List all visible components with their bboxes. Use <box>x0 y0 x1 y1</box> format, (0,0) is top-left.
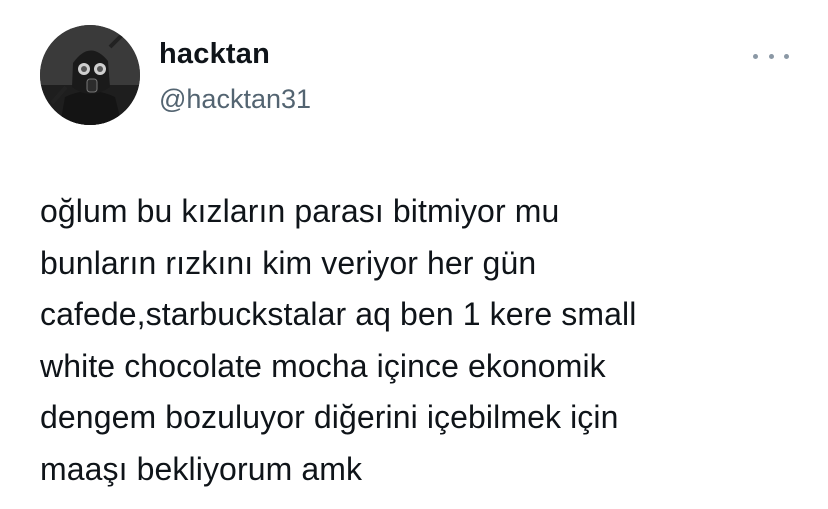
tweet-text-line: white chocolate mocha içince ekonomik <box>40 347 606 384</box>
tweet-text-line: oğlum bu kızların parası bitmiyor mu <box>40 193 560 229</box>
dot-icon <box>784 53 789 59</box>
tweet-text-line: maaşı bekliyorum amk <box>40 450 363 487</box>
tweet-text-line: cafede,starbuckstalar aq ben 1 kere smal… <box>40 296 637 332</box>
tweet-text: oğlum bu kızların parası bitmiyor mu bun… <box>40 186 810 495</box>
tweet-card: hacktan @hacktan31 oğlum bu kızların par… <box>0 0 828 509</box>
gas-mask-avatar-icon <box>40 25 140 125</box>
tweet-text-line: dengem bozuluyor diğerini içebilmek için <box>40 399 619 435</box>
author-handle[interactable]: @hacktan31 <box>159 84 311 115</box>
dot-icon <box>768 53 774 59</box>
more-options-icon[interactable] <box>753 44 789 68</box>
tweet-text-line: bunların rızkını kim veriyor her gün <box>40 244 537 281</box>
author-display-name[interactable]: hacktan <box>159 38 270 71</box>
dot-icon <box>753 53 758 59</box>
avatar[interactable] <box>40 25 140 125</box>
